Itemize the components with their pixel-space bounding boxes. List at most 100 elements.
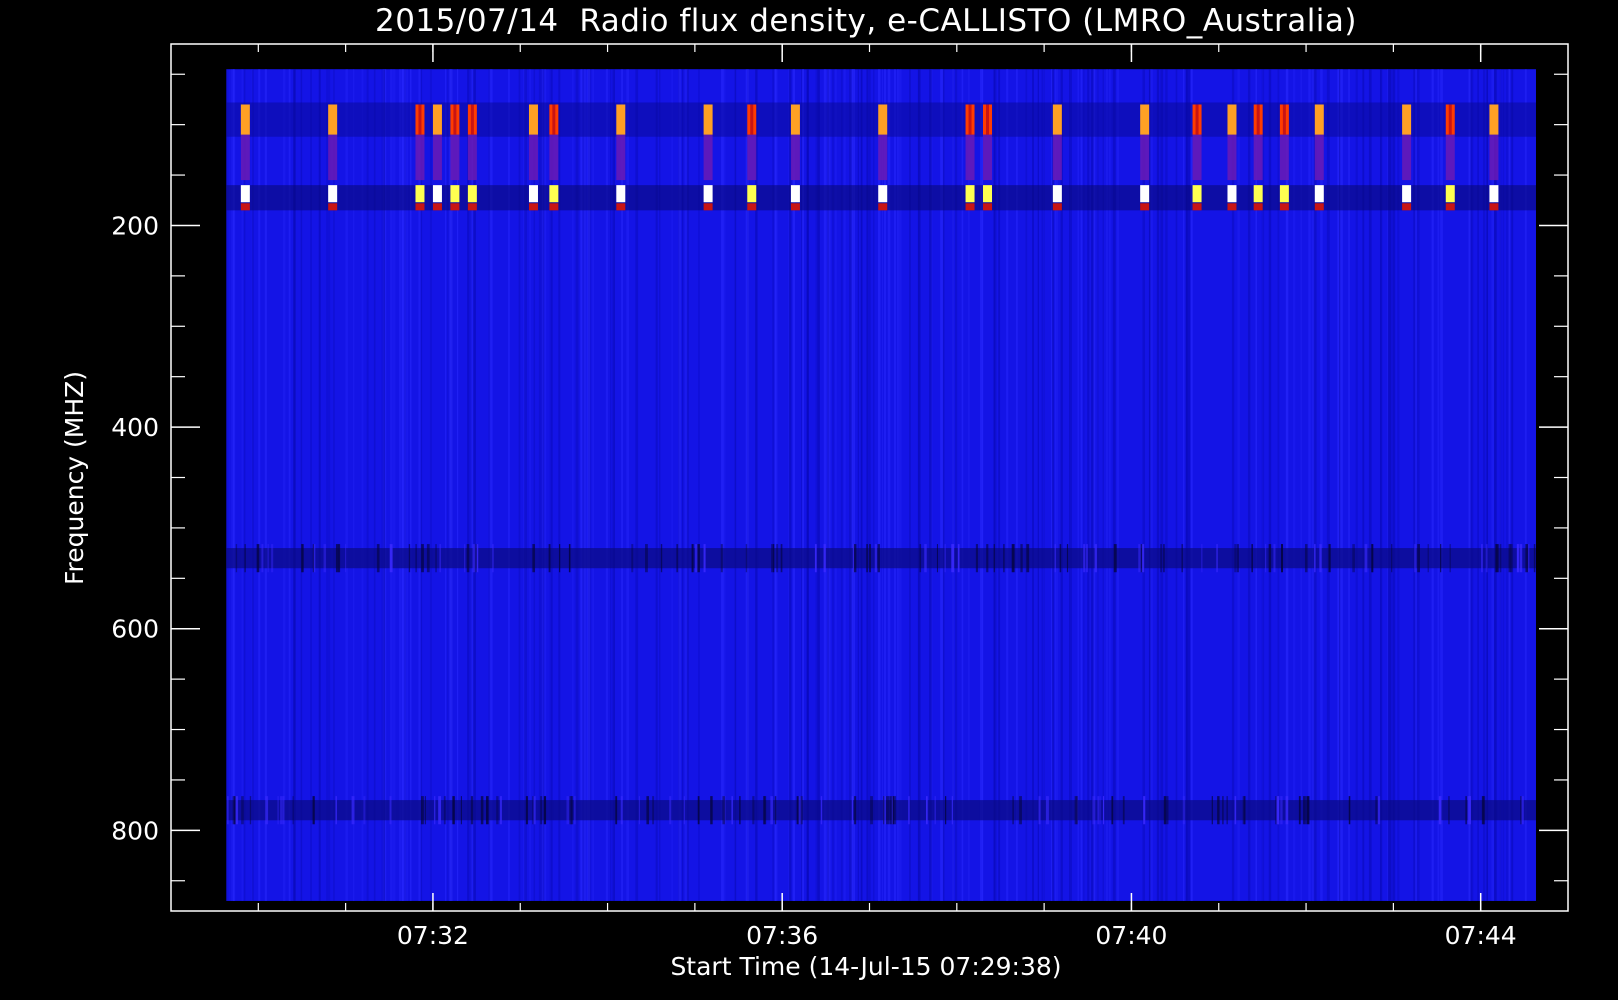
- dark-band-stripe: [1377, 796, 1381, 825]
- dark-band-stripe: [1495, 544, 1499, 573]
- burst-lower-top: [1314, 185, 1324, 203]
- burst-tail: [703, 134, 713, 181]
- dark-band-stripe: [889, 796, 892, 825]
- dark-band-stripe: [1142, 544, 1145, 573]
- burst-upper-core: [986, 104, 990, 135]
- burst: [983, 104, 993, 211]
- dark-band-stripe: [1520, 796, 1522, 825]
- burst: [1253, 104, 1263, 211]
- dark-band-stripe: [312, 544, 314, 573]
- burst-lower-bottom: [1192, 203, 1202, 211]
- burst-tail: [1489, 134, 1499, 181]
- dark-band-stripe: [1122, 796, 1125, 825]
- y-tick-label: 400: [111, 413, 159, 442]
- dark-band-stripe: [770, 796, 773, 825]
- dark-band-stripe: [338, 544, 341, 573]
- burst-lower-bottom: [1052, 203, 1062, 211]
- dark-band-stripe: [780, 544, 783, 573]
- dark-band-stripe: [745, 544, 748, 573]
- dark-band-stripe: [1113, 544, 1117, 573]
- dark-band-stripe: [1226, 796, 1228, 825]
- dark-band-stripe: [1375, 796, 1378, 825]
- dark-band-stripe: [265, 796, 269, 825]
- burst-upper: [432, 104, 442, 135]
- dark-band-stripe: [1020, 544, 1023, 573]
- dark-band-stripe: [434, 796, 436, 825]
- burst-upper: [528, 104, 538, 135]
- dark-band-stripe: [683, 796, 685, 825]
- dark-band-stripe: [1094, 544, 1098, 573]
- dark-band-stripe: [774, 796, 777, 825]
- dark-band-stripe: [944, 796, 947, 825]
- burst: [1192, 104, 1202, 211]
- dark-band-stripe: [496, 796, 499, 825]
- dark-band-stripe: [335, 544, 339, 573]
- dark-band-stripe: [408, 544, 411, 573]
- burst: [1227, 104, 1237, 211]
- dark-band-stripe: [235, 544, 238, 573]
- burst-lower-top: [432, 185, 442, 203]
- dark-band-stripe: [540, 796, 543, 825]
- burst: [1402, 104, 1412, 211]
- x-tick-label: 07:32: [397, 921, 469, 950]
- dark-band-stripe: [351, 796, 355, 825]
- burst-lower-bottom: [528, 203, 538, 211]
- dark-band-stripe: [424, 796, 426, 825]
- dark-band-stripe: [463, 544, 466, 573]
- dark-band-stripe: [1083, 544, 1086, 573]
- dark-band-stripe: [1314, 544, 1316, 573]
- dark-band-stripe: [1026, 544, 1030, 573]
- dark-band-stripe: [1516, 544, 1519, 573]
- burst-lower-bottom: [1314, 203, 1324, 211]
- burst-lower-top: [703, 185, 713, 203]
- spectrogram-chart: 2015/07/14 Radio flux density, e-CALLIST…: [0, 0, 1618, 1000]
- dark-band-stripe: [486, 796, 489, 825]
- burst-lower-top: [1402, 185, 1412, 203]
- dark-band-stripe: [1519, 544, 1523, 573]
- burst-lower-top: [1227, 185, 1237, 203]
- dark-band-stripe: [460, 796, 462, 825]
- dark-band-stripe: [480, 796, 484, 825]
- burst-upper-core: [1256, 104, 1260, 135]
- dark-band-stripe: [993, 544, 995, 573]
- burst-upper: [1402, 104, 1412, 135]
- dark-band-stripe: [363, 796, 366, 825]
- dark-band-stripe: [1054, 544, 1057, 573]
- dark-band-stripe: [924, 544, 927, 573]
- burst-upper-core: [418, 104, 422, 135]
- dark-band-stripe: [1045, 796, 1049, 825]
- dark-band-stripe: [420, 796, 424, 825]
- dark-band-stripe: [277, 796, 279, 825]
- burst: [790, 104, 800, 211]
- dark-band-stripe: [1499, 544, 1502, 573]
- dark-band-stripe: [1268, 544, 1272, 573]
- dark-band-stripe: [1391, 544, 1393, 573]
- dark-band-stripe: [986, 544, 988, 573]
- burst-lower-top: [549, 185, 559, 203]
- dark-band-stripe: [1467, 796, 1471, 825]
- dark-band-stripe: [1099, 796, 1101, 825]
- dark-band-stripe: [532, 544, 535, 573]
- dark-band-stripe: [1521, 796, 1524, 825]
- dark-band-stripe: [660, 544, 663, 573]
- burst-upper-core: [1282, 104, 1286, 135]
- dark-band-stripe: [853, 544, 857, 573]
- dark-band-stripe: [1449, 544, 1451, 573]
- dark-band-stripe: [1303, 796, 1306, 825]
- burst-upper-core: [968, 104, 972, 135]
- dark-band-stripe: [271, 544, 274, 573]
- chart-title: 2015/07/14 Radio flux density, e-CALLIST…: [375, 3, 1357, 39]
- dark-band-stripe: [752, 796, 755, 825]
- dark-band-stripe: [1102, 796, 1105, 825]
- burst: [240, 104, 250, 211]
- burst-lower-top: [1253, 185, 1263, 203]
- dark-band-stripe: [1217, 796, 1220, 825]
- dark-band-stripe: [256, 544, 260, 573]
- burst-lower-top: [328, 185, 338, 203]
- dark-band-stripe: [851, 796, 853, 825]
- burst-lower-top: [983, 185, 993, 203]
- burst-tail: [1253, 134, 1263, 181]
- dark-band-stripe: [694, 544, 698, 573]
- burst-tail: [1314, 134, 1324, 181]
- burst: [528, 104, 538, 211]
